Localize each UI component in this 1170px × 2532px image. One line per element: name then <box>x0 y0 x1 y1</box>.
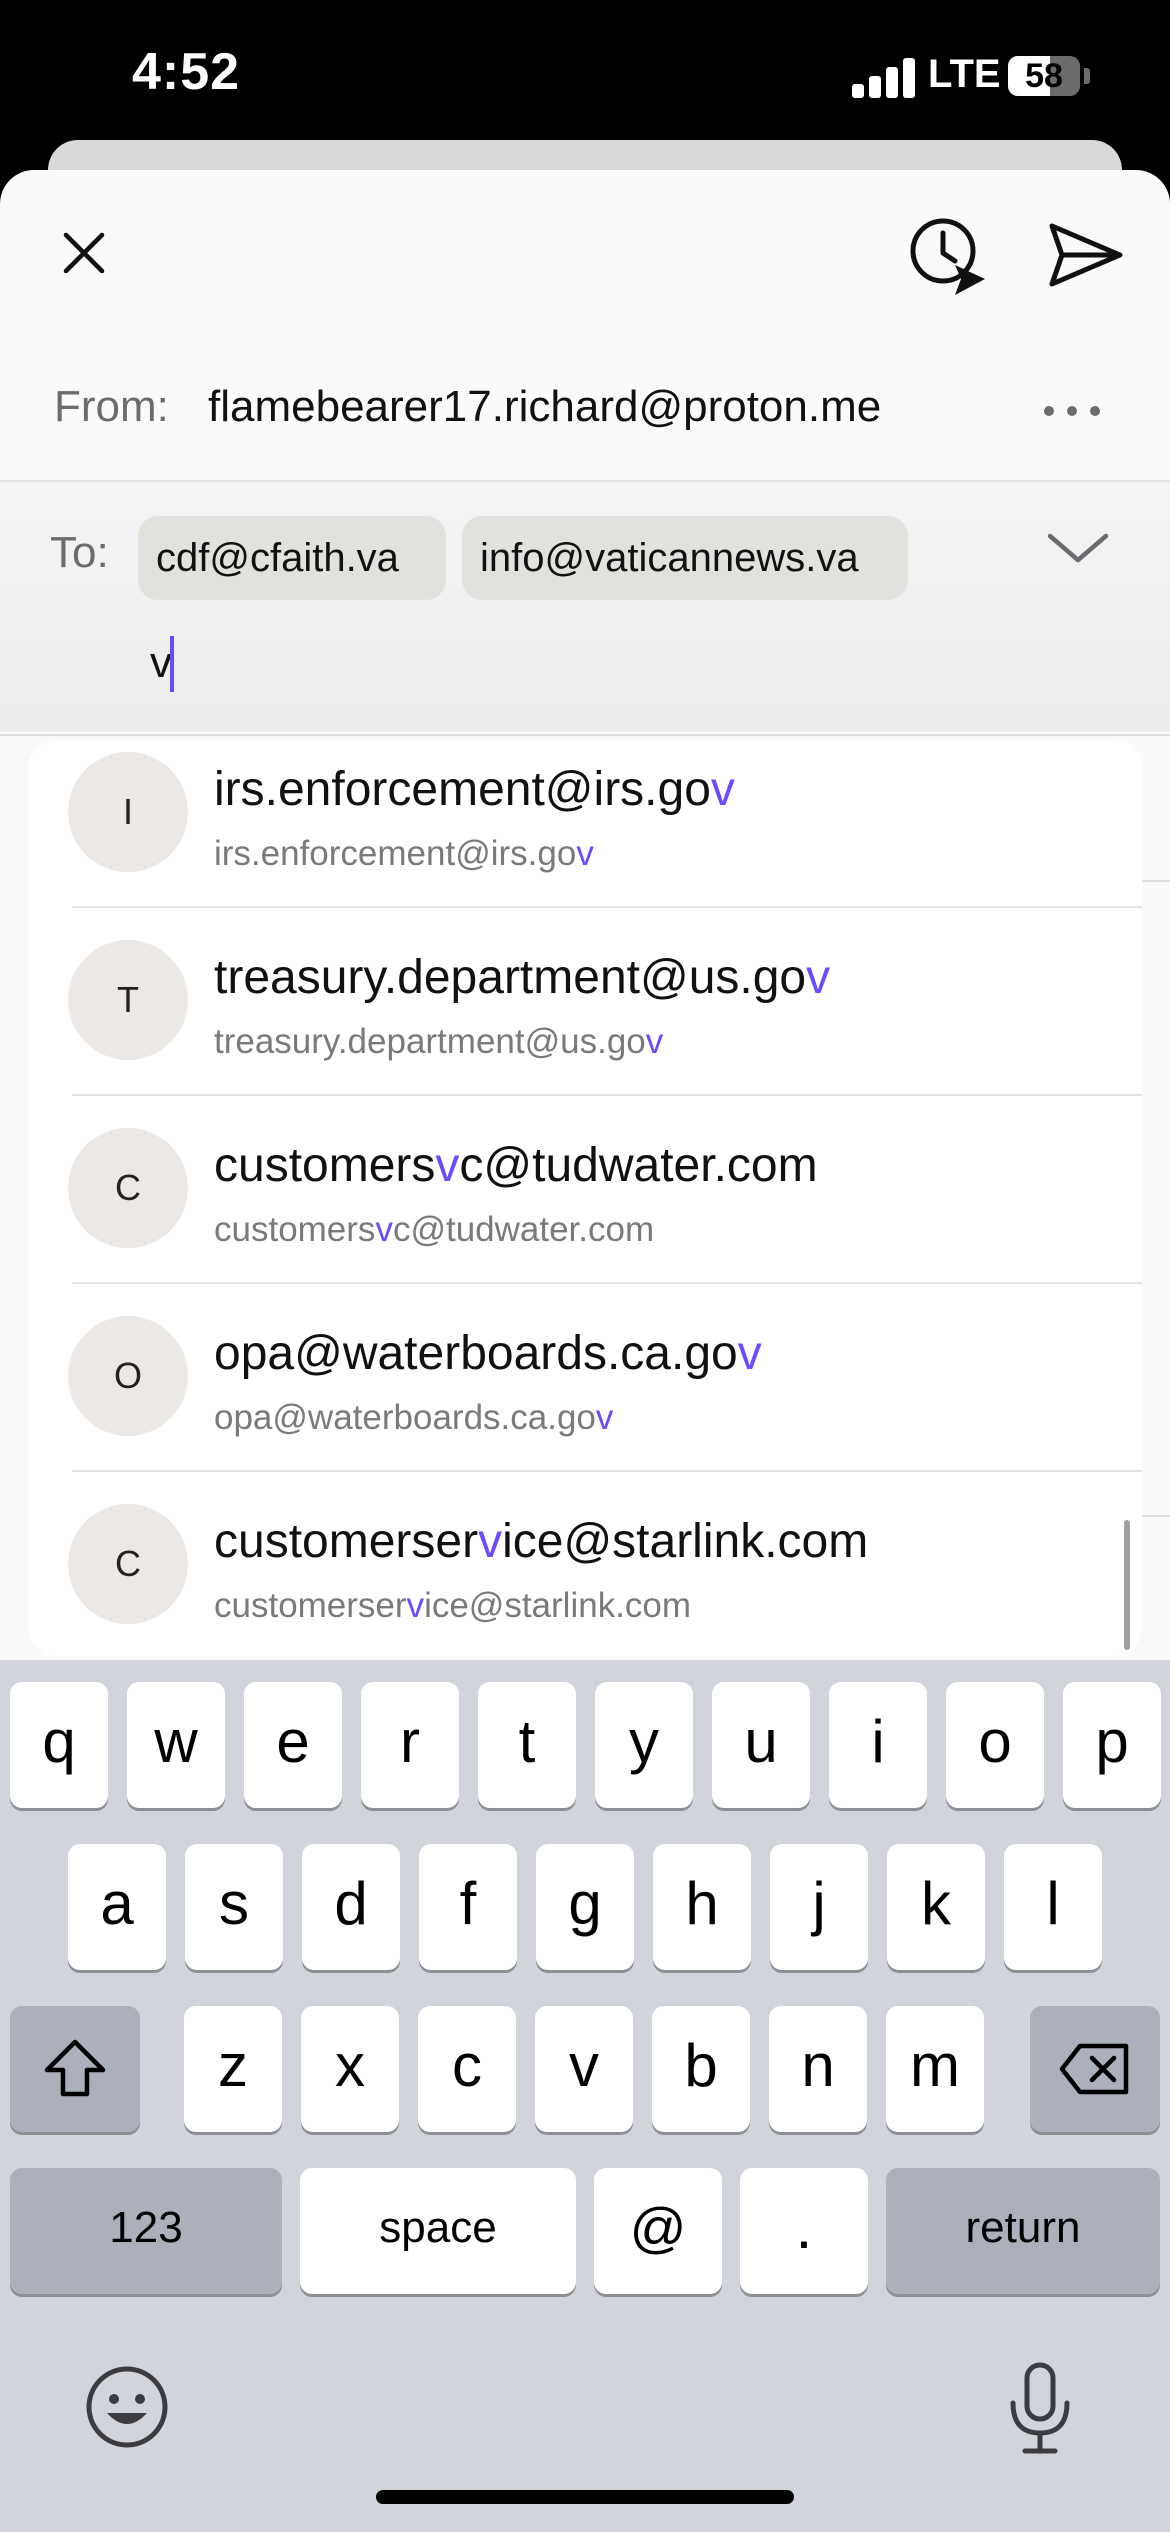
expand-recipients-button[interactable] <box>1040 520 1116 576</box>
suggestion-item[interactable]: O opa@waterboards.ca.gov opa@waterboards… <box>28 1284 1142 1472</box>
key-e[interactable]: e <box>244 1682 342 1808</box>
key-j[interactable]: j <box>770 1844 868 1970</box>
dictation-button[interactable] <box>1000 2360 1080 2456</box>
to-label: To: <box>50 528 109 577</box>
close-button[interactable] <box>46 215 122 291</box>
key-f[interactable]: f <box>419 1844 517 1970</box>
suggestions-dropdown: I irs.enforcement@irs.gov irs.enforcemen… <box>28 740 1142 1656</box>
key-n[interactable]: n <box>769 2006 867 2132</box>
avatar: O <box>68 1316 188 1436</box>
suggestion-item[interactable]: C customerservice@starlink.com customers… <box>28 1472 1142 1656</box>
battery-nub <box>1084 68 1090 84</box>
return-key[interactable]: return <box>886 2168 1160 2294</box>
home-indicator <box>376 2490 794 2504</box>
avatar: C <box>68 1128 188 1248</box>
period-key[interactable]: . <box>740 2168 868 2294</box>
key-b[interactable]: b <box>652 2006 750 2132</box>
key-k[interactable]: k <box>887 1844 985 1970</box>
key-o[interactable]: o <box>946 1682 1044 1808</box>
battery-icon: 58 <box>1008 56 1080 96</box>
key-t[interactable]: t <box>478 1682 576 1808</box>
key-g[interactable]: g <box>536 1844 634 1970</box>
numbers-key[interactable]: 123 <box>10 2168 282 2294</box>
status-time: 4:52 <box>132 43 241 101</box>
key-w[interactable]: w <box>127 1682 225 1808</box>
suggestion-item[interactable]: C customersvc@tudwater.com customersvc@t… <box>28 1096 1142 1284</box>
backspace-key[interactable] <box>1030 2006 1160 2132</box>
battery-percent: 58 <box>1025 57 1063 95</box>
text-caret <box>170 636 174 692</box>
network-type: LTE <box>928 52 1001 96</box>
avatar: I <box>68 752 188 872</box>
key-p[interactable]: p <box>1063 1682 1161 1808</box>
suggestion-email: customersvc@tudwater.com <box>214 1210 655 1249</box>
key-c[interactable]: c <box>418 2006 516 2132</box>
backspace-icon <box>1059 2043 1129 2095</box>
suggestion-email: irs.enforcement@irs.gov <box>214 834 594 873</box>
schedule-send-button[interactable] <box>900 208 996 304</box>
schedule-send-icon <box>910 218 985 295</box>
key-i[interactable]: i <box>829 1682 927 1808</box>
suggestion-name: irs.enforcement@irs.gov <box>214 763 735 816</box>
from-label: From: <box>54 382 169 431</box>
key-a[interactable]: a <box>68 1844 166 1970</box>
suggestion-item[interactable]: T treasury.department@us.gov treasury.de… <box>28 908 1142 1096</box>
space-key[interactable]: space <box>300 2168 576 2294</box>
suggestion-name: treasury.department@us.gov <box>214 951 831 1004</box>
divider <box>0 734 1170 736</box>
key-l[interactable]: l <box>1004 1844 1102 1970</box>
key-r[interactable]: r <box>361 1682 459 1808</box>
microphone-icon <box>1010 2362 1070 2454</box>
shift-key[interactable] <box>10 2006 140 2132</box>
suggestion-item[interactable]: I irs.enforcement@irs.gov irs.enforcemen… <box>28 740 1142 928</box>
suggestion-email: treasury.department@us.gov <box>214 1022 664 1061</box>
key-y[interactable]: y <box>595 1682 693 1808</box>
suggestion-name: customersvc@tudwater.com <box>214 1139 818 1192</box>
close-icon <box>63 232 105 274</box>
at-key[interactable]: @ <box>594 2168 722 2294</box>
emoji-icon <box>86 2366 168 2448</box>
from-address[interactable]: flamebearer17.richard@proton.me <box>208 382 881 432</box>
scrollbar[interactable] <box>1124 1520 1130 1650</box>
key-s[interactable]: s <box>185 1844 283 1970</box>
key-v[interactable]: v <box>535 2006 633 2132</box>
suggestion-email: opa@waterboards.ca.gov <box>214 1398 614 1437</box>
suggestion-name: opa@waterboards.ca.gov <box>214 1327 762 1380</box>
key-d[interactable]: d <box>302 1844 400 1970</box>
recipient-chip[interactable]: cdf@cfaith.va <box>138 516 446 600</box>
send-button[interactable] <box>1040 212 1132 298</box>
key-m[interactable]: m <box>886 2006 984 2132</box>
emoji-button[interactable] <box>82 2362 172 2452</box>
cellular-signal-icon <box>852 56 916 98</box>
key-q[interactable]: q <box>10 1682 108 1808</box>
divider <box>1140 1515 1170 1517</box>
key-z[interactable]: z <box>184 2006 282 2132</box>
avatar: C <box>68 1504 188 1624</box>
recipient-input[interactable]: v <box>150 638 172 688</box>
suggestion-name: customerservice@starlink.com <box>214 1515 869 1568</box>
divider <box>1140 880 1170 882</box>
key-h[interactable]: h <box>653 1844 751 1970</box>
avatar: T <box>68 940 188 1060</box>
suggestion-email: customerservice@starlink.com <box>214 1586 692 1625</box>
shift-icon <box>44 2039 106 2097</box>
key-x[interactable]: x <box>301 2006 399 2132</box>
chevron-down-icon <box>1047 533 1109 563</box>
key-u[interactable]: u <box>712 1682 810 1808</box>
recipient-chip[interactable]: info@vaticannews.va <box>462 516 908 600</box>
send-icon <box>1049 223 1123 287</box>
more-icon[interactable] <box>1036 390 1108 430</box>
